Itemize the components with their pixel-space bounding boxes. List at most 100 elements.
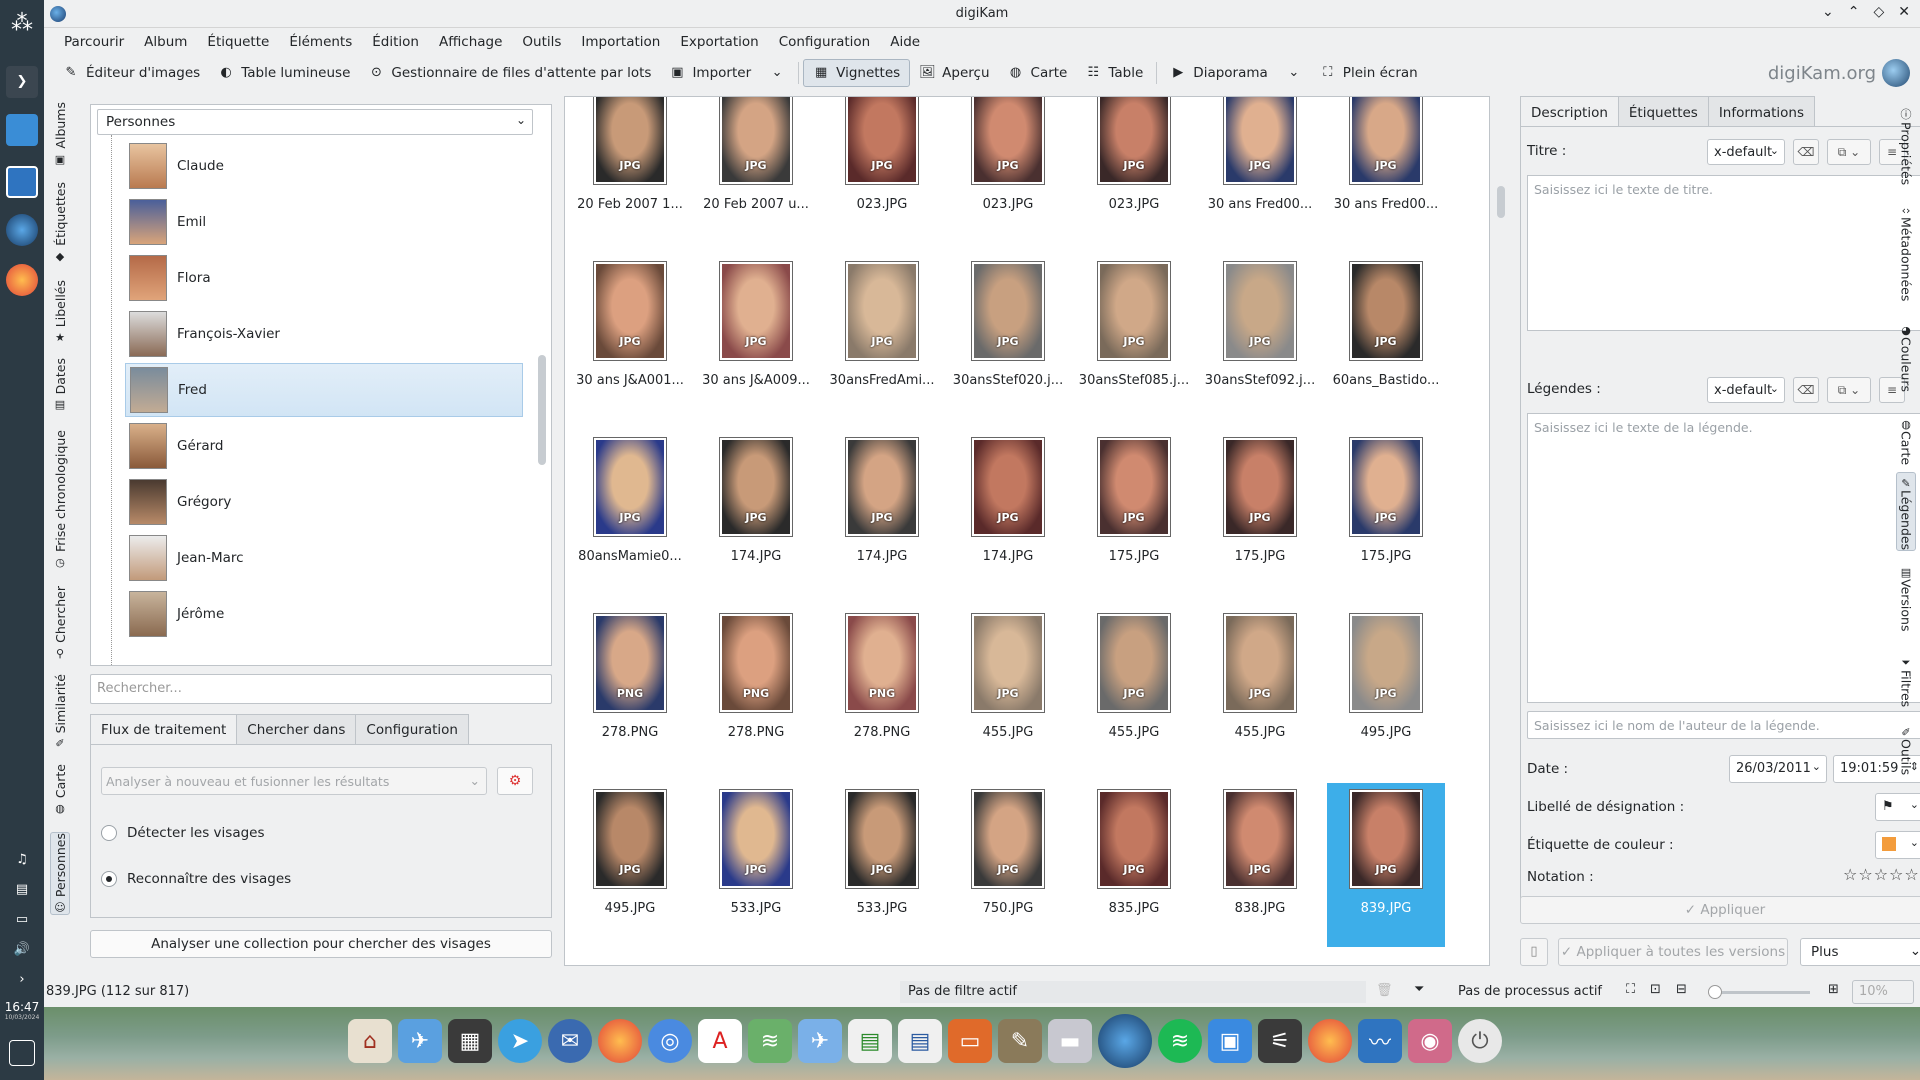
chromium-icon[interactable]: ◎ [648, 1019, 692, 1063]
pdf-icon[interactable]: A [698, 1019, 742, 1063]
caption-textarea[interactable]: Saisissez ici le texte de la légende. [1527, 413, 1920, 703]
thumbnail-item[interactable]: JPG 455.JPG [949, 607, 1067, 771]
thumbnail-item[interactable]: JPG 60ans_Bastido... [1327, 255, 1445, 419]
scan-collection-button[interactable]: Analyser une collection pour chercher de… [90, 930, 552, 958]
network-icon[interactable]: ✈ [398, 1019, 442, 1063]
spotify-icon[interactable]: ≋ [1158, 1019, 1202, 1063]
thumbnail-item[interactable]: JPG 175.JPG [1075, 431, 1193, 595]
tab-frise-chronologique[interactable]: Frise chronologique ◷ [50, 430, 70, 569]
thumbnail-item[interactable]: JPG 023.JPG [823, 97, 941, 243]
thumbnails-button[interactable]: ▦ Vignettes [803, 59, 911, 87]
clear-caption-button[interactable]: ⌫ [1793, 377, 1819, 403]
light-table-button[interactable]: ◐ Table lumineuse [209, 59, 359, 87]
person-claude[interactable]: Claude [125, 139, 523, 193]
tab-versions[interactable]: ▤ Versions [1896, 562, 1916, 631]
batch-queue-button[interactable]: ⊙ Gestionnaire de files d'attente par lot… [359, 59, 660, 87]
spreadsheet-icon[interactable]: ▤ [848, 1019, 892, 1063]
thumbnail-item[interactable]: JPG 30 ans J&A009... [697, 255, 815, 419]
thumbnail-item[interactable]: JPG 533.JPG [823, 783, 941, 947]
tab-right-outils[interactable]: ✐ Outils [1896, 722, 1916, 775]
tab-personnes[interactable]: Personnes ☺ [50, 832, 70, 916]
person-gregory[interactable]: Grégory [125, 475, 523, 529]
thumbnail-item[interactable]: JPG 175.JPG [1201, 431, 1319, 595]
person-jerome[interactable]: Jérôme [125, 587, 523, 641]
digikam-brand[interactable]: digiKam.org [1768, 59, 1910, 87]
maximize-icon[interactable]: ◇ [1873, 4, 1884, 20]
zoom-100-icon[interactable]: ⊡ [1650, 982, 1661, 997]
expand-arrow-icon[interactable]: › [10, 972, 34, 996]
menu-affichage[interactable]: Affichage [429, 34, 512, 50]
captions-lang-select[interactable]: x-default ⌄ [1707, 377, 1785, 403]
map-button[interactable]: ◍ Carte [999, 59, 1077, 87]
thumbnail-scrollbar[interactable] [1494, 96, 1508, 966]
menu-edition[interactable]: Édition [362, 34, 429, 50]
clipboard-icon[interactable]: ▤ [10, 882, 34, 906]
preview-button[interactable]: 🖼 Aperçu [910, 59, 998, 87]
reanalyze-select[interactable]: Analyser à nouveau et fusionner les résu… [101, 767, 487, 795]
volume-icon[interactable]: 🔊 [10, 942, 34, 966]
terminal-icon[interactable]: ❯ [6, 66, 38, 98]
recognize-faces-radio[interactable]: Reconnaître des visages [101, 871, 291, 887]
thumbnail-item[interactable]: JPG 30 ans J&A001... [571, 255, 689, 419]
menu-etiquette[interactable]: Étiquette [197, 34, 279, 50]
import-button[interactable]: ▣ Importer [660, 59, 760, 87]
tab-libelles[interactable]: Libellés ★ [50, 280, 70, 344]
thumbnail-item[interactable]: JPG 533.JPG [697, 783, 815, 947]
menu-outils[interactable]: Outils [512, 34, 571, 50]
apply-button[interactable]: ✓ Appliquer [1520, 896, 1920, 924]
zoom-fit-icon[interactable]: ⛶ [1626, 982, 1635, 997]
thumbnail-item[interactable]: JPG 023.JPG [1075, 97, 1193, 243]
image-editor-button[interactable]: ✎ Éditeur d'images [54, 59, 209, 87]
tab-description[interactable]: Description [1520, 96, 1619, 126]
menu-configuration[interactable]: Configuration [769, 34, 881, 50]
system-monitor-dock-icon[interactable]: 〰 [1358, 1019, 1402, 1063]
zoom-slider[interactable] [1708, 985, 1810, 999]
thumbnail-item[interactable]: JPG 30 ans Fred00... [1201, 97, 1319, 243]
person-fred[interactable]: Fred [125, 363, 523, 417]
filter-icon[interactable]: ⏷ [1414, 982, 1424, 997]
title-lang-select[interactable]: x-default ⌄ [1707, 139, 1785, 165]
tab-couleurs[interactable]: ◕ Couleurs [1896, 320, 1916, 392]
apply-all-versions-button[interactable]: ✓ Appliquer à toutes les versions [1558, 938, 1788, 966]
display-icon[interactable]: ▭ [10, 912, 34, 936]
tab-etiquettes[interactable]: Étiquettes ◆ [50, 182, 70, 263]
tab-filtres[interactable]: ⏷ Filtres [1896, 652, 1916, 707]
person-francois-xavier[interactable]: François-Xavier [125, 307, 523, 361]
digikam-dock-icon[interactable] [1098, 1014, 1152, 1068]
menu-importation[interactable]: Importation [571, 34, 670, 50]
settings-icon[interactable]: ⚟ [1258, 1019, 1302, 1063]
thumbnail-item[interactable]: JPG 835.JPG [1075, 783, 1193, 947]
telegram-icon[interactable]: ➤ [498, 1019, 542, 1063]
person-flora[interactable]: Flora [125, 251, 523, 305]
thumbnail-item[interactable]: JPG 30ansStef092.j... [1201, 255, 1319, 419]
title-textarea[interactable]: Saisissez ici le texte de titre. [1527, 175, 1920, 331]
notification-icon[interactable]: ♫ [10, 852, 34, 876]
thumbnail-item[interactable]: JPG 20 Feb 2007 1... [571, 97, 689, 243]
people-scrollbar[interactable] [535, 105, 549, 665]
scrollbar-thumb[interactable] [538, 355, 546, 465]
slider-knob[interactable] [1708, 985, 1722, 999]
caption-author-input[interactable]: Saisissez ici le nom de l'auteur de la l… [1527, 711, 1920, 739]
calculator-icon[interactable]: ▦ [448, 1019, 492, 1063]
tab-flux-de-traitement[interactable]: Flux de traitement [90, 714, 238, 744]
thumbnail-item[interactable]: JPG 839.JPG [1327, 783, 1445, 947]
thumbnail-item[interactable]: JPG 30ansFredAmi... [823, 255, 941, 419]
date-select[interactable]: 26/03/2011 ⌄ [1729, 755, 1827, 783]
thumbnail-item[interactable]: PNG 278.PNG [697, 607, 815, 771]
tab-right-etiquettes[interactable]: Étiquettes [1617, 96, 1709, 126]
caption-translate-button[interactable]: ⧉ ⌄ [1827, 377, 1871, 403]
fullscreen-button[interactable]: ⛶ Plein écran [1311, 59, 1427, 87]
scrollbar-thumb[interactable] [1497, 186, 1505, 218]
menu-parcourir[interactable]: Parcourir [54, 34, 134, 50]
digikam-icon[interactable] [6, 214, 38, 246]
tab-similarite[interactable]: Similarité ✐ [50, 674, 70, 750]
menu-elements[interactable]: Éléments [279, 34, 362, 50]
title-translate-button[interactable]: ⧉ ⌄ [1827, 139, 1871, 165]
table-button[interactable]: ☷ Table [1076, 59, 1152, 87]
slideshow-button[interactable]: ▶ Diaporama [1161, 59, 1277, 87]
zoom-select[interactable]: 10% [1852, 980, 1914, 1004]
thunderbird-icon[interactable]: ✉ [548, 1019, 592, 1063]
tab-informations[interactable]: Informations [1707, 96, 1816, 126]
document-writer-icon[interactable]: ▤ [898, 1019, 942, 1063]
thumbnail-item[interactable]: JPG 175.JPG [1327, 431, 1445, 595]
